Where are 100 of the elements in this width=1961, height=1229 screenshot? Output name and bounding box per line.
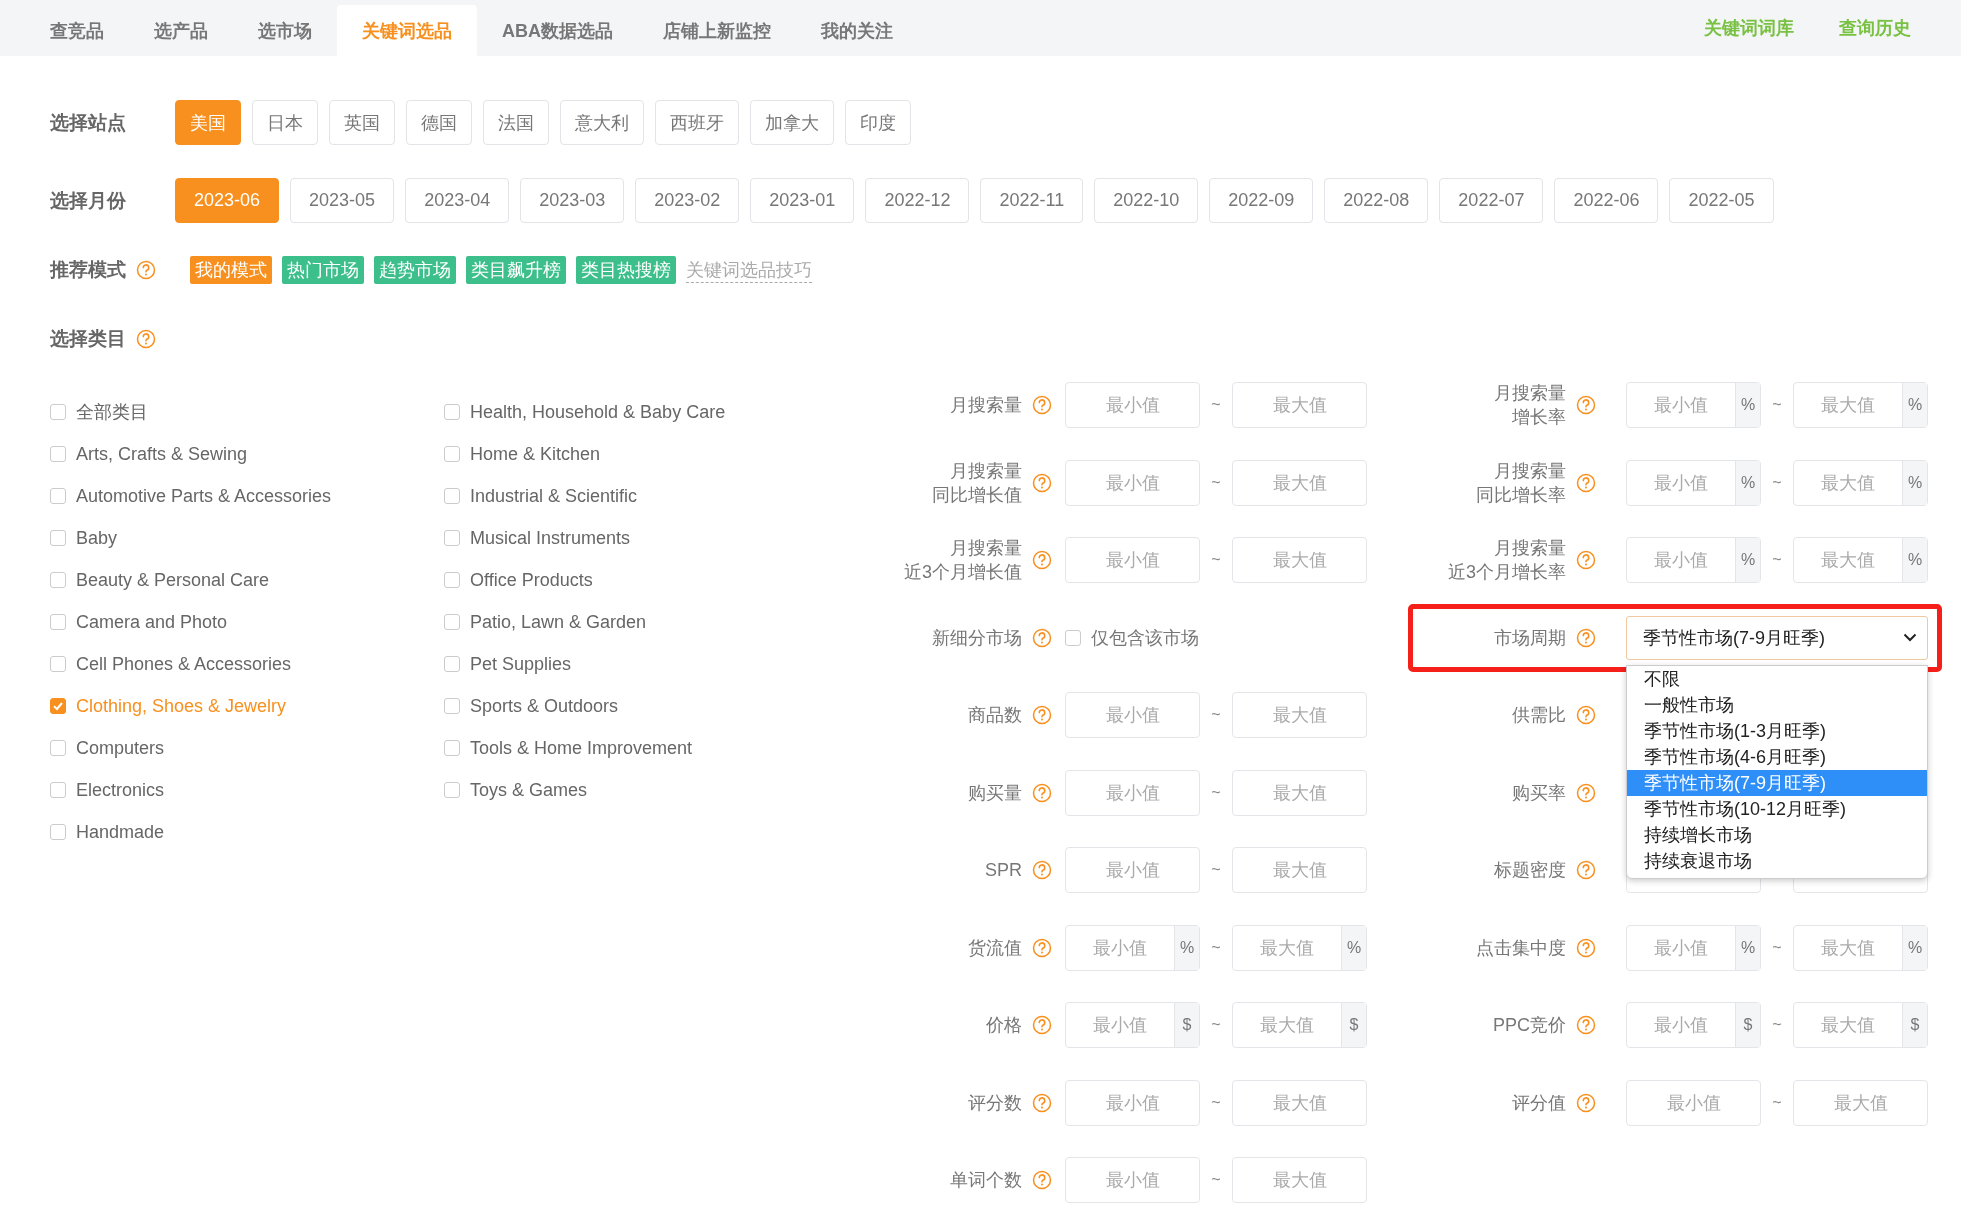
dropdown-option[interactable]: 季节性市场(1-3月旺季) [1627, 717, 1927, 744]
help-icon[interactable] [1576, 395, 1596, 415]
dropdown-option[interactable]: 季节性市场(7-9月旺季) [1627, 769, 1927, 796]
category-label[interactable]: Pet Supplies [470, 653, 572, 675]
help-icon[interactable] [1032, 860, 1052, 880]
input-field[interactable]: 最小值 % [1626, 924, 1761, 971]
checkbox[interactable] [50, 404, 66, 420]
nav-tab[interactable]: 店铺上新监控 [638, 5, 796, 56]
month-option[interactable]: 2022-10 [1094, 178, 1199, 223]
category-label[interactable]: Handmade [76, 821, 165, 843]
dropdown-option[interactable]: 持续衰退市场 [1627, 847, 1927, 874]
site-option[interactable]: 英国 [329, 100, 395, 145]
category-label[interactable]: Sports & Outdoors [470, 695, 619, 717]
checkbox[interactable] [1065, 629, 1081, 646]
input-field[interactable]: 最小值 % [1626, 537, 1761, 583]
checkbox[interactable] [50, 530, 66, 546]
checkbox[interactable] [444, 446, 460, 462]
site-option[interactable]: 西班牙 [655, 100, 739, 145]
help-icon[interactable] [1576, 627, 1596, 648]
category-label[interactable]: Camera and Photo [76, 611, 228, 633]
site-option[interactable]: 印度 [845, 100, 911, 145]
category-label[interactable]: Electronics [76, 779, 165, 801]
checkbox[interactable] [444, 656, 460, 672]
category-label[interactable]: Computers [76, 737, 165, 759]
site-option[interactable]: 意大利 [560, 100, 644, 145]
help-icon[interactable] [1576, 860, 1596, 880]
help-icon[interactable] [1576, 472, 1596, 493]
category-label[interactable]: Automotive Parts & Accessories [76, 485, 332, 507]
site-option[interactable]: 德国 [406, 100, 472, 145]
tips-link[interactable]: 关键词选品技巧 [686, 257, 812, 283]
category-label[interactable]: Clothing, Shoes & Jewelry [76, 695, 287, 717]
help-icon[interactable] [1032, 627, 1052, 648]
nav-tab[interactable]: 我的关注 [796, 5, 918, 56]
checkbox[interactable] [50, 698, 66, 714]
checkbox[interactable] [50, 614, 66, 630]
input-field[interactable]: 最大值 [1232, 1079, 1367, 1126]
checkbox-label[interactable]: 仅包含该市场 [1091, 625, 1199, 650]
checkbox[interactable] [50, 446, 66, 462]
category-label[interactable]: Tools & Home Improvement [470, 737, 693, 759]
input-field[interactable]: 最大值 [1232, 1157, 1367, 1203]
category-label[interactable]: Health, Household & Baby Care [470, 401, 726, 423]
input-field[interactable]: 最小值 [1065, 692, 1200, 738]
input-field[interactable]: 最大值 % [1232, 924, 1367, 971]
input-field[interactable]: 最大值 % [1793, 382, 1928, 428]
mode-tag[interactable]: 趋势市场 [374, 256, 456, 284]
input-field[interactable]: 最大值 % [1793, 537, 1928, 583]
category-label[interactable]: Patio, Lawn & Garden [470, 611, 647, 633]
nav-tab[interactable]: 选产品 [129, 5, 233, 56]
checkbox[interactable] [50, 824, 66, 840]
month-option[interactable]: 2022-12 [865, 178, 970, 223]
input-field[interactable]: 最大值 [1232, 769, 1367, 816]
help-icon[interactable] [136, 260, 156, 280]
mode-tag[interactable]: 我的模式 [190, 256, 272, 284]
category-label[interactable]: Baby [76, 527, 118, 549]
help-icon[interactable] [1032, 472, 1052, 493]
help-icon[interactable] [1576, 550, 1596, 570]
input-field[interactable]: 最大值 [1232, 847, 1367, 893]
checkbox[interactable] [50, 740, 66, 756]
help-icon[interactable] [1032, 395, 1052, 415]
help-icon[interactable] [1032, 937, 1052, 958]
input-field[interactable]: 最小值 [1065, 459, 1200, 506]
input-field[interactable]: 最小值 [1065, 847, 1200, 893]
input-field[interactable]: 最小值 [1065, 1079, 1200, 1126]
site-option[interactable]: 美国 [175, 100, 241, 145]
checkbox[interactable] [444, 698, 460, 714]
help-icon[interactable] [1576, 937, 1596, 958]
nav-tab[interactable]: 查竞品 [25, 5, 129, 56]
input-field[interactable]: 最大值 $ [1793, 1002, 1928, 1048]
nav-tab[interactable]: 选市场 [233, 5, 337, 56]
dropdown-option[interactable]: 季节性市场(4-6月旺季) [1627, 743, 1927, 770]
checkbox[interactable] [50, 656, 66, 672]
checkbox[interactable] [50, 572, 66, 588]
input-field[interactable]: 最大值 [1793, 1079, 1928, 1126]
help-icon[interactable] [1032, 1092, 1052, 1113]
checkbox[interactable] [444, 740, 460, 756]
input-field[interactable]: 最大值 % [1793, 924, 1928, 971]
checkbox[interactable] [50, 488, 66, 504]
site-option[interactable]: 加拿大 [750, 100, 834, 145]
month-option[interactable]: 2022-08 [1324, 178, 1429, 223]
month-option[interactable]: 2023-01 [750, 178, 855, 223]
checkbox[interactable] [444, 530, 460, 546]
category-label[interactable]: Musical Instruments [470, 527, 631, 549]
dropdown-option[interactable]: 不限 [1627, 665, 1927, 692]
site-option[interactable]: 日本 [252, 100, 318, 145]
checkbox[interactable] [50, 782, 66, 798]
dropdown-option[interactable]: 季节性市场(10-12月旺季) [1627, 795, 1927, 822]
input-field[interactable]: 最小值 % [1626, 459, 1761, 506]
checkbox[interactable] [444, 404, 460, 420]
help-icon[interactable] [1576, 1092, 1596, 1113]
input-field[interactable]: 最小值 $ [1065, 1002, 1200, 1048]
input-field[interactable]: 最大值 [1232, 459, 1367, 506]
help-icon[interactable] [1032, 550, 1052, 570]
month-option[interactable]: 2023-03 [520, 178, 625, 223]
category-label[interactable]: Home & Kitchen [470, 443, 601, 465]
site-option[interactable]: 法国 [483, 100, 549, 145]
input-field[interactable]: 最小值 [1626, 1079, 1761, 1126]
help-icon[interactable] [1032, 1015, 1052, 1035]
input-field[interactable]: 最大值 $ [1232, 1002, 1367, 1048]
mode-tag[interactable]: 热门市场 [282, 256, 364, 284]
category-label[interactable]: Industrial & Scientific [470, 485, 638, 507]
